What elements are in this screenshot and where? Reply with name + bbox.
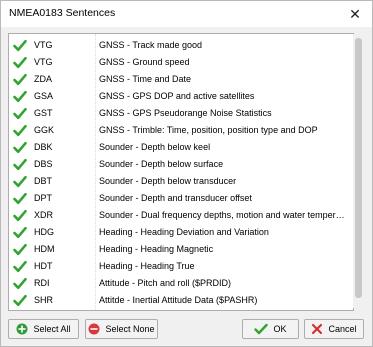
sentence-description: Heading - Heading Magnetic [99,244,214,254]
sentence-code: VTG [34,57,53,67]
checkbox-checked-icon[interactable] [13,39,27,52]
select-none-button[interactable]: Select None [85,319,158,339]
sentence-row[interactable]: SHR Attitde - Inertial Attitude Data ($PA… [9,292,353,309]
sentence-row[interactable]: VTG GNSS - Track made good [9,37,353,54]
sentence-row[interactable]: DPT Sounder - Depth and transducer offset [9,190,353,207]
sentence-description: Attitude - Pitch and roll ($PRDID) [99,278,232,288]
cancel-label: Cancel [328,324,357,334]
checkbox-checked-icon[interactable] [13,277,27,290]
sentence-code: VTG [34,40,53,50]
select-all-button[interactable]: Select All [8,319,79,339]
sentence-code: GSA [34,91,54,101]
sentence-list[interactable]: VTG GNSS - Track made good VTG GNSS - Groun… [8,33,354,311]
select-all-label: Select All [33,324,71,334]
checkbox-checked-icon[interactable] [13,192,27,205]
sentence-row[interactable]: HDT Heading - Heading True [9,258,353,275]
sentence-row[interactable]: GST GNSS - GPS Pseudorange Noise Statisti… [9,105,353,122]
sentence-description: Heading - Heading True [99,261,195,271]
sentence-row[interactable]: HDM Heading - Heading Magnetic [9,241,353,258]
sentence-description: GNSS - Track made good [99,40,203,50]
checkbox-checked-icon[interactable] [13,90,27,103]
sentence-description: GNSS - Ground speed [99,57,190,67]
checkmark-icon [254,323,269,335]
title-bar: NMEA0183 Sentences ✕ [1,1,372,27]
sentence-code: DBT [34,176,52,186]
cancel-button[interactable]: Cancel [304,319,364,339]
sentence-description: Sounder - Depth and transducer offset [99,193,252,203]
sentence-description: Sounder - Dual frequency depths, motion … [99,210,345,220]
sentence-description: Sounder - Depth below keel [99,142,211,152]
sentence-code: GGK [34,125,55,135]
close-icon: ✕ [349,5,361,22]
sentence-code: HDM [34,244,55,254]
sentence-row[interactable]: RDI Attitude - Pitch and roll ($PRDID) [9,275,353,292]
sentence-code: HDG [34,227,54,237]
sentence-row[interactable]: DBK Sounder - Depth below keel [9,139,353,156]
remove-icon [88,323,100,335]
sentence-row[interactable]: HDG Heading - Heading Deviation and Varia… [9,224,353,241]
checkbox-checked-icon[interactable] [13,175,27,188]
sentence-description: GNSS - GPS DOP and active satellites [99,91,255,101]
select-none-label: Select None [105,324,155,334]
close-button[interactable]: ✕ [338,1,372,27]
sentence-code: HDT [34,261,53,271]
sentence-row[interactable]: VTG GNSS - Ground speed [9,54,353,71]
sentence-description: GNSS - GPS Pseudorange Noise Statistics [99,108,272,118]
checkbox-checked-icon[interactable] [13,209,27,222]
cancel-icon [312,323,323,335]
scrollbar-thumb[interactable] [355,38,362,298]
checkbox-checked-icon[interactable] [13,260,27,273]
vertical-scrollbar[interactable] [353,34,365,308]
checkbox-checked-icon[interactable] [13,141,27,154]
checkbox-checked-icon[interactable] [13,226,27,239]
sentence-code: SHR [34,295,54,305]
sentence-code: DPT [34,193,52,203]
sentence-description: GNSS - Trimble: Time, position, position… [99,125,318,135]
sentence-description: Sounder - Depth below surface [99,159,224,169]
dialog-window: NMEA0183 Sentences ✕ VTG GNSS - Track mad… [0,0,373,347]
checkbox-checked-icon[interactable] [13,124,27,137]
sentence-row[interactable]: XDR Sounder - Dual frequency depths, moti… [9,207,353,224]
sentence-code: DBS [34,159,53,169]
checkbox-checked-icon[interactable] [13,243,27,256]
sentence-description: Attitde - Inertial Attitude Data ($PASHR… [99,295,258,305]
checkbox-checked-icon[interactable] [13,73,27,86]
sentence-description: GNSS - Time and Date [99,74,192,84]
ok-label: OK [273,324,287,334]
add-icon [16,323,28,335]
checkbox-checked-icon[interactable] [13,294,27,307]
sentence-code: DBK [34,142,53,152]
sentence-row[interactable]: GSA GNSS - GPS DOP and active satellites [9,88,353,105]
sentence-code: ZDA [34,74,52,84]
dialog-title: NMEA0183 Sentences [9,7,116,19]
checkbox-checked-icon[interactable] [13,56,27,69]
sentence-description: Sounder - Depth below transducer [99,176,237,186]
sentence-description: Heading - Heading Deviation and Variatio… [99,227,269,237]
ok-button[interactable]: OK [242,319,299,339]
checkbox-checked-icon[interactable] [13,158,27,171]
checkbox-checked-icon[interactable] [13,107,27,120]
sentence-row[interactable]: DBT Sounder - Depth below transducer [9,173,353,190]
sentence-row[interactable]: GGK GNSS - Trimble: Time, position, posit… [9,122,353,139]
sentence-code: XDR [34,210,54,220]
sentence-code: GST [34,108,53,118]
sentence-row[interactable]: DBS Sounder - Depth below surface [9,156,353,173]
sentence-code: RDI [34,278,50,288]
sentence-row[interactable]: ZDA GNSS - Time and Date [9,71,353,88]
